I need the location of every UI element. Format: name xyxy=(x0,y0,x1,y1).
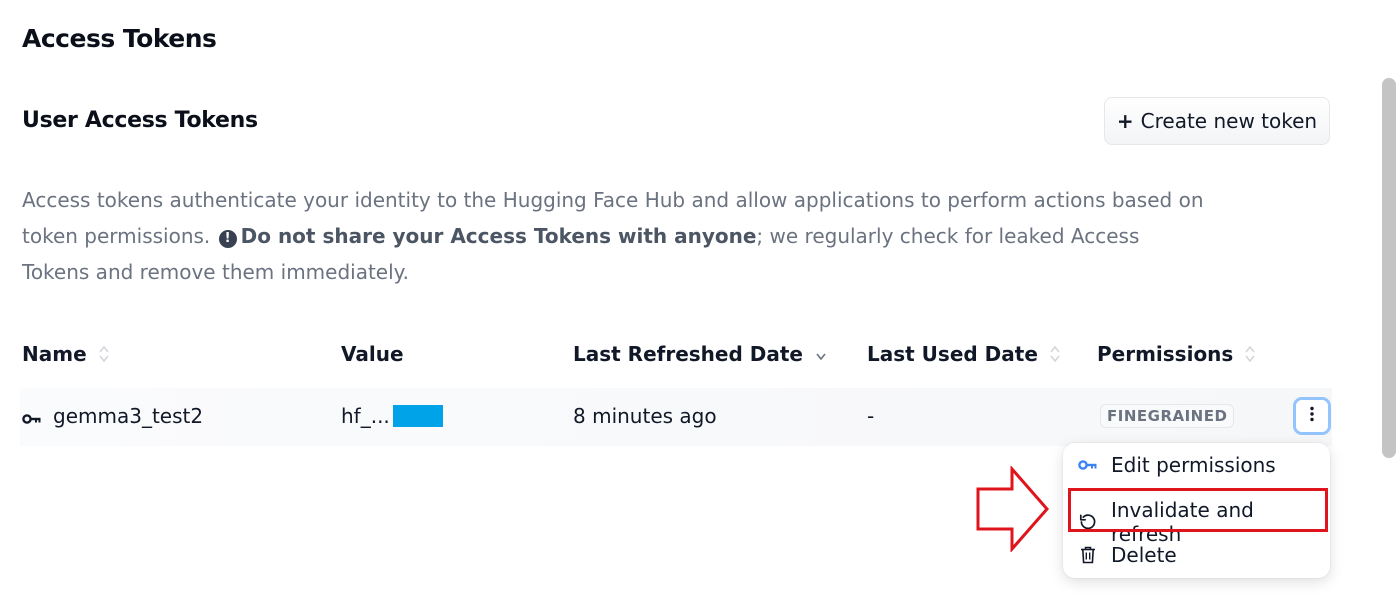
scrollbar-thumb[interactable] xyxy=(1382,78,1396,458)
column-header-name[interactable]: Name xyxy=(22,342,109,366)
section-title: User Access Tokens xyxy=(22,108,258,133)
menu-item-edit-permissions[interactable]: Edit permissions xyxy=(1077,453,1276,477)
menu-item-delete[interactable]: Delete xyxy=(1077,543,1177,567)
column-header-name-label: Name xyxy=(22,342,87,366)
token-actions-button[interactable] xyxy=(1293,397,1331,435)
token-value: hf_... xyxy=(341,404,443,428)
trash-icon xyxy=(1077,546,1099,564)
sort-icon xyxy=(1050,345,1060,363)
warning-icon: ! xyxy=(218,230,237,248)
description-text: Access tokens authenticate your identity… xyxy=(22,182,1212,290)
token-value-prefix: hf_... xyxy=(341,404,390,428)
column-header-value-label: Value xyxy=(341,342,404,366)
token-last-refreshed: 8 minutes ago xyxy=(573,404,717,428)
plus-icon: + xyxy=(1116,109,1134,133)
column-header-last-used[interactable]: Last Used Date xyxy=(867,342,1060,366)
sort-descending-icon xyxy=(815,345,827,363)
menu-item-label: Delete xyxy=(1111,543,1177,567)
column-header-value: Value xyxy=(341,342,404,366)
token-last-used: - xyxy=(867,404,875,428)
token-name: gemma3_test2 xyxy=(53,404,204,428)
menu-item-label: Edit permissions xyxy=(1111,453,1276,477)
key-icon xyxy=(1077,459,1099,471)
key-icon xyxy=(22,410,42,429)
create-new-token-label: Create new token xyxy=(1140,109,1318,133)
token-value-mask xyxy=(392,405,443,427)
permission-badge: FINEGRAINED xyxy=(1100,404,1235,428)
column-header-permissions[interactable]: Permissions xyxy=(1097,342,1255,366)
column-header-permissions-label: Permissions xyxy=(1097,342,1234,366)
more-vertical-icon xyxy=(1309,406,1315,426)
description-warning: Do not share your Access Tokens with any… xyxy=(240,224,757,248)
column-header-last-refreshed[interactable]: Last Refreshed Date xyxy=(573,342,827,366)
sort-icon xyxy=(99,345,109,363)
column-header-last-used-label: Last Used Date xyxy=(867,342,1038,366)
column-header-last-refreshed-label: Last Refreshed Date xyxy=(573,342,803,366)
create-new-token-button[interactable]: + Create new token xyxy=(1104,97,1330,145)
annotation-highlight-box xyxy=(1068,488,1328,532)
annotation-arrow-icon xyxy=(975,465,1051,556)
page-title: Access Tokens xyxy=(22,24,217,53)
sort-icon xyxy=(1245,345,1255,363)
